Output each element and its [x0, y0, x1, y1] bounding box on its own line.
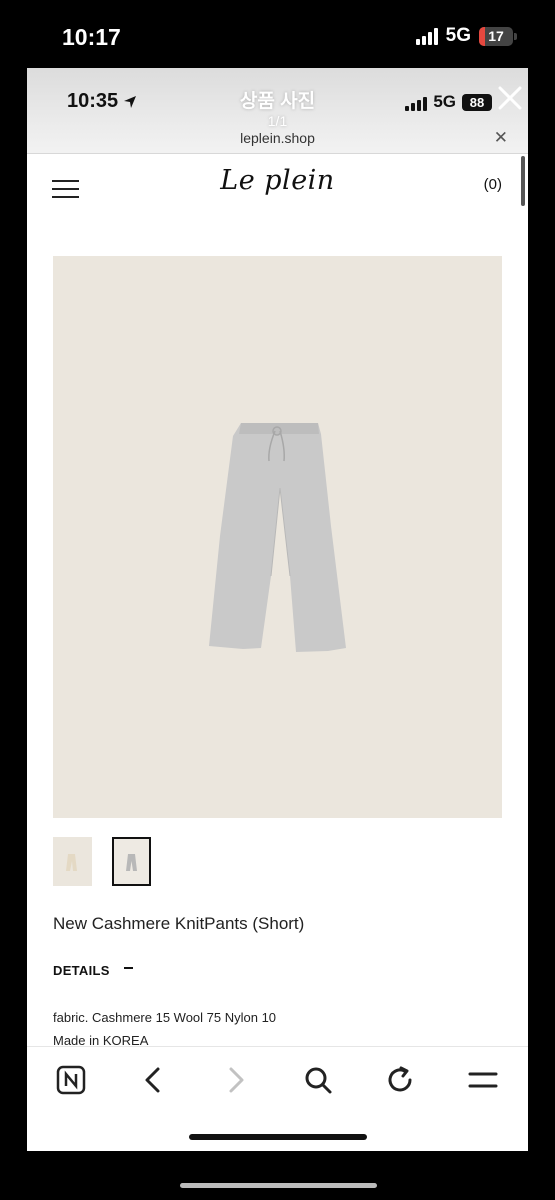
- cart-count[interactable]: (0): [484, 176, 502, 193]
- outer-home-indicator[interactable]: [180, 1183, 377, 1188]
- inner-home-indicator: [189, 1134, 367, 1140]
- site-logo[interactable]: Le plein: [27, 165, 528, 196]
- back-icon[interactable]: [135, 1063, 171, 1097]
- inner-network-label: 5G: [433, 92, 456, 111]
- signal-icon: [415, 27, 438, 45]
- close-icon[interactable]: [496, 84, 524, 112]
- inner-signal-icon: [405, 94, 428, 111]
- screenshot-viewer: 10:35 상품 사진 1/1 leplein.shop ✕ 5G 88 Le …: [27, 68, 528, 1151]
- outer-status-bar: 10:17 5G 17: [0, 0, 555, 68]
- battery-icon: 17: [479, 26, 517, 46]
- page-url[interactable]: leplein.shop: [27, 130, 528, 146]
- outer-status-icons: 5G 17: [415, 25, 517, 47]
- outer-clock: 10:17: [62, 24, 121, 50]
- inner-status-icons: 5G 88: [405, 92, 492, 112]
- thumbnail-1[interactable]: [53, 837, 92, 886]
- thumbnail-2[interactable]: [112, 837, 151, 886]
- reload-icon[interactable]: [382, 1063, 418, 1097]
- search-icon[interactable]: [300, 1063, 336, 1097]
- details-label: DETAILS: [53, 963, 110, 978]
- battery-percent: 17: [488, 28, 504, 44]
- product-image[interactable]: [53, 256, 502, 818]
- details-toggle[interactable]: DETAILS: [53, 963, 133, 978]
- viewer-header: 10:35 상품 사진 1/1 leplein.shop ✕ 5G 88: [27, 68, 528, 154]
- thumbnail-list: [53, 837, 151, 886]
- product-name: New Cashmere KnitPants (Short): [53, 914, 305, 933]
- forward-icon[interactable]: [218, 1063, 254, 1097]
- collapse-icon[interactable]: [123, 967, 133, 969]
- network-label: 5G: [445, 25, 471, 46]
- inner-battery-icon: 88: [462, 93, 492, 111]
- scrollbar[interactable]: [521, 156, 525, 206]
- viewer-counter: 1/1: [267, 113, 288, 129]
- url-clear-icon[interactable]: ✕: [494, 128, 508, 148]
- menu-icon[interactable]: [465, 1063, 501, 1097]
- pants-illustration: [209, 423, 346, 652]
- site-header: Le plein (0): [27, 154, 528, 216]
- fabric-info: fabric. Cashmere 15 Wool 75 Nylon 10: [53, 1010, 277, 1025]
- naver-home-icon[interactable]: [53, 1063, 89, 1097]
- outer-bottom-bar: [0, 1151, 555, 1200]
